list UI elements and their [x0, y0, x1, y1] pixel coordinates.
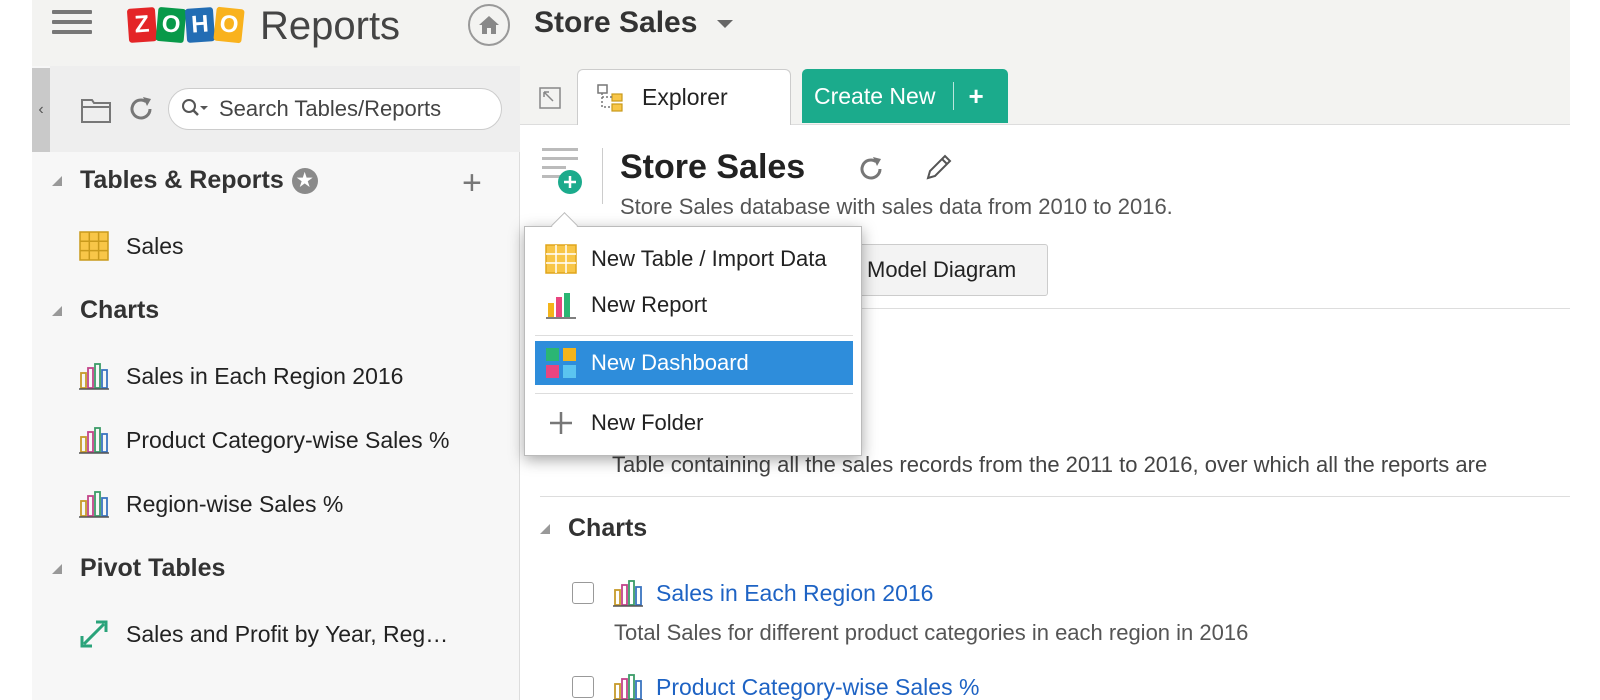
hamburger-menu-icon[interactable] — [52, 10, 92, 34]
list-item: Product Category-wise Sales % — [572, 672, 979, 700]
chart-icon — [613, 674, 643, 700]
bar-chart-icon — [545, 289, 577, 321]
sidebar-item-label: Sales — [126, 232, 184, 259]
section-tables-reports[interactable]: Tables & Reports ★ — [52, 166, 318, 195]
table-grid-icon — [545, 243, 577, 275]
vertical-divider — [602, 148, 603, 204]
create-new-button[interactable]: Create New + — [802, 69, 1008, 123]
refresh-icon[interactable] — [856, 154, 886, 184]
section-title: Tables & Reports — [80, 166, 284, 194]
section-title: Pivot Tables — [80, 554, 226, 582]
refresh-icon[interactable] — [126, 94, 156, 124]
menu-divider — [535, 335, 853, 336]
logo-letter: Z — [126, 7, 158, 43]
outer-margin-left — [0, 0, 32, 700]
app-title: Reports — [260, 4, 401, 48]
chart-link[interactable]: Product Category-wise Sales % — [656, 674, 979, 700]
favorite-star-icon[interactable]: ★ — [291, 167, 318, 194]
chevron-left-icon: ‹ — [38, 101, 44, 118]
explorer-tree-icon — [597, 83, 623, 112]
section-pivot-tables[interactable]: Pivot Tables — [52, 554, 225, 583]
chart-icon — [613, 580, 643, 607]
top-header: Z O H O Reports Store Sales — [32, 0, 1570, 66]
button-divider — [953, 82, 955, 110]
folder-icon[interactable] — [80, 96, 112, 124]
section-charts[interactable]: Charts — [52, 296, 159, 325]
database-description: Store Sales database with sales data fro… — [620, 194, 1173, 219]
menu-item-label: New Table / Import Data — [591, 246, 827, 271]
search-box[interactable] — [168, 88, 502, 130]
sidebar-item-chart[interactable]: Sales in Each Region 2016 — [78, 360, 403, 392]
chart-description: Total Sales for different product catego… — [614, 620, 1249, 645]
sidebar-item-label: Region-wise Sales % — [126, 490, 344, 517]
select-checkbox[interactable] — [572, 582, 594, 604]
tab-label: Explorer — [642, 84, 728, 110]
logo-letter: H — [184, 7, 216, 43]
outer-margin-right — [1570, 0, 1600, 700]
pencil-icon[interactable] — [922, 152, 954, 184]
left-panel: ‹ Tables & Reports ★ — [32, 66, 520, 700]
sidebar-item-sales[interactable]: Sales — [78, 230, 184, 262]
chart-icon — [78, 488, 110, 520]
sidebar-item-pivot[interactable]: Sales and Profit by Year, Reg… — [78, 618, 448, 650]
logo-letter: O — [213, 6, 245, 44]
database-dropdown-caret-icon[interactable] — [717, 20, 733, 28]
sidebar-item-chart[interactable]: Region-wise Sales % — [78, 488, 343, 520]
list-item: Sales in Each Region 2016 — [572, 578, 933, 608]
menu-item-new-report[interactable]: New Report — [535, 283, 853, 327]
menu-item-label: New Dashboard — [591, 350, 749, 375]
collapse-triangle-icon — [540, 523, 550, 534]
collapse-triangle-icon — [52, 305, 62, 316]
menu-item-new-folder[interactable]: New Folder — [535, 401, 853, 445]
select-checkbox[interactable] — [572, 676, 594, 698]
page-title: Store Sales — [620, 148, 806, 186]
chart-link[interactable]: Sales in Each Region 2016 — [656, 580, 933, 607]
collapse-panel-button[interactable]: ‹ — [32, 68, 50, 152]
charts-section-heading[interactable]: Charts — [540, 514, 647, 543]
menu-item-new-table[interactable]: New Table / Import Data — [535, 237, 853, 281]
menu-item-label: New Folder — [591, 410, 704, 435]
table-icon — [78, 230, 110, 262]
add-table-button[interactable]: + — [462, 164, 482, 203]
sidebar-item-label: Product Category-wise Sales % — [126, 426, 450, 453]
section-title: Charts — [568, 514, 648, 542]
database-menu-icon[interactable] — [540, 146, 586, 196]
create-menu-dropdown: New Table / Import Data New Report New D… — [524, 212, 862, 456]
sidebar-item-label: Sales in Each Region 2016 — [126, 362, 404, 389]
menu-divider — [535, 393, 853, 394]
search-icon — [182, 99, 208, 116]
logo-letter: O — [155, 6, 187, 44]
model-diagram-button[interactable]: Model Diagram — [840, 244, 1048, 296]
sidebar-item-label: Sales and Profit by Year, Reg… — [126, 620, 449, 647]
section-title: Charts — [80, 296, 160, 324]
zoho-logo: Z O H O — [126, 6, 245, 44]
pivot-icon — [78, 618, 110, 650]
sidebar-toolbar — [50, 66, 520, 152]
collapse-triangle-icon — [52, 563, 62, 574]
home-button[interactable] — [468, 4, 510, 46]
database-title[interactable]: Store Sales — [534, 6, 697, 40]
sidebar-item-chart[interactable]: Product Category-wise Sales % — [78, 424, 449, 456]
home-icon — [479, 16, 499, 34]
chart-icon — [78, 424, 110, 456]
chart-icon — [78, 360, 110, 392]
plus-icon — [545, 407, 577, 439]
create-new-plus-icon: + — [968, 80, 984, 111]
tab-explorer[interactable]: Explorer — [577, 69, 791, 125]
app-window: Z O H O Reports Store Sales ‹ Search Tab… — [32, 0, 1570, 700]
search-input[interactable] — [217, 95, 491, 123]
button-label: Model Diagram — [867, 257, 1017, 282]
menu-item-new-dashboard[interactable]: New Dashboard — [535, 341, 853, 385]
collapse-triangle-icon — [52, 175, 62, 186]
expand-icon[interactable] — [538, 86, 562, 110]
tab-strip: Explorer Create New + — [520, 66, 1570, 125]
create-new-label: Create New — [814, 82, 936, 109]
dashboard-icon — [545, 347, 577, 379]
divider — [540, 496, 1570, 497]
menu-item-label: New Report — [591, 292, 708, 317]
